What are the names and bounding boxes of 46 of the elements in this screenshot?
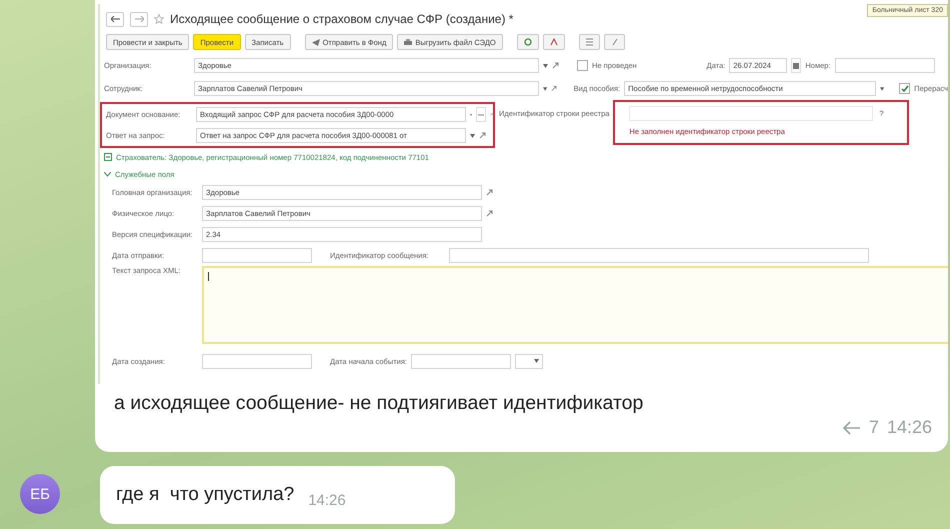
- link-icon[interactable]: [551, 85, 558, 92]
- attach-button[interactable]: [604, 34, 625, 50]
- star-icon[interactable]: [154, 14, 164, 24]
- dropdown-icon[interactable]: [534, 359, 540, 363]
- collapse-icon[interactable]: [104, 172, 111, 176]
- checkbox[interactable]: [577, 60, 588, 71]
- dropdown-icon[interactable]: [880, 86, 884, 90]
- message-text: где я что упустила?: [116, 484, 294, 506]
- reply-icon[interactable]: [842, 420, 861, 434]
- message-text: а исходящее сообщение- не подтиягивает идентификатор: [113, 391, 644, 415]
- dropdown-icon[interactable]: [543, 86, 548, 90]
- avatar: ЕБ: [20, 474, 60, 514]
- forward-button[interactable]: [130, 12, 148, 26]
- edit-button[interactable]: [542, 34, 565, 50]
- message-time: 14:26: [308, 492, 346, 508]
- form-title: Исходящее сообщение о страховом случае СФР (создание) *: [170, 12, 514, 26]
- link-icon[interactable]: [479, 132, 486, 139]
- list-icon: [586, 38, 593, 46]
- link-icon[interactable]: [486, 189, 493, 196]
- link-icon[interactable]: [552, 62, 559, 69]
- send-date-field[interactable]: [202, 248, 312, 263]
- link-icon[interactable]: [490, 111, 493, 118]
- list-button[interactable]: [578, 34, 600, 50]
- number-field[interactable]: [834, 58, 935, 73]
- event-date-field[interactable]: [411, 354, 512, 368]
- message-time: 14:26: [886, 417, 932, 438]
- dropdown-icon[interactable]: [543, 64, 548, 68]
- reply-count: 7: [868, 417, 879, 438]
- forward-arrow-icon: [134, 16, 144, 22]
- calendar-icon: [793, 62, 800, 68]
- back-button[interactable]: [106, 12, 124, 26]
- link-icon[interactable]: [486, 210, 493, 217]
- circle-icon: [524, 38, 532, 46]
- dropdown-icon[interactable]: [470, 112, 472, 116]
- back-arrow-icon: [110, 16, 120, 22]
- message-id-field[interactable]: [449, 248, 869, 263]
- send-icon: [312, 38, 320, 46]
- dropdown-field[interactable]: [515, 354, 544, 368]
- text-cursor: [208, 272, 209, 281]
- checkbox[interactable]: [899, 83, 910, 94]
- refresh-button[interactable]: [516, 34, 539, 50]
- calendar-button[interactable]: [791, 58, 802, 73]
- printer-icon: [404, 38, 412, 46]
- dropdown-icon[interactable]: [470, 134, 475, 138]
- created-date-field[interactable]: [202, 354, 312, 368]
- expand-icon[interactable]: [104, 153, 112, 161]
